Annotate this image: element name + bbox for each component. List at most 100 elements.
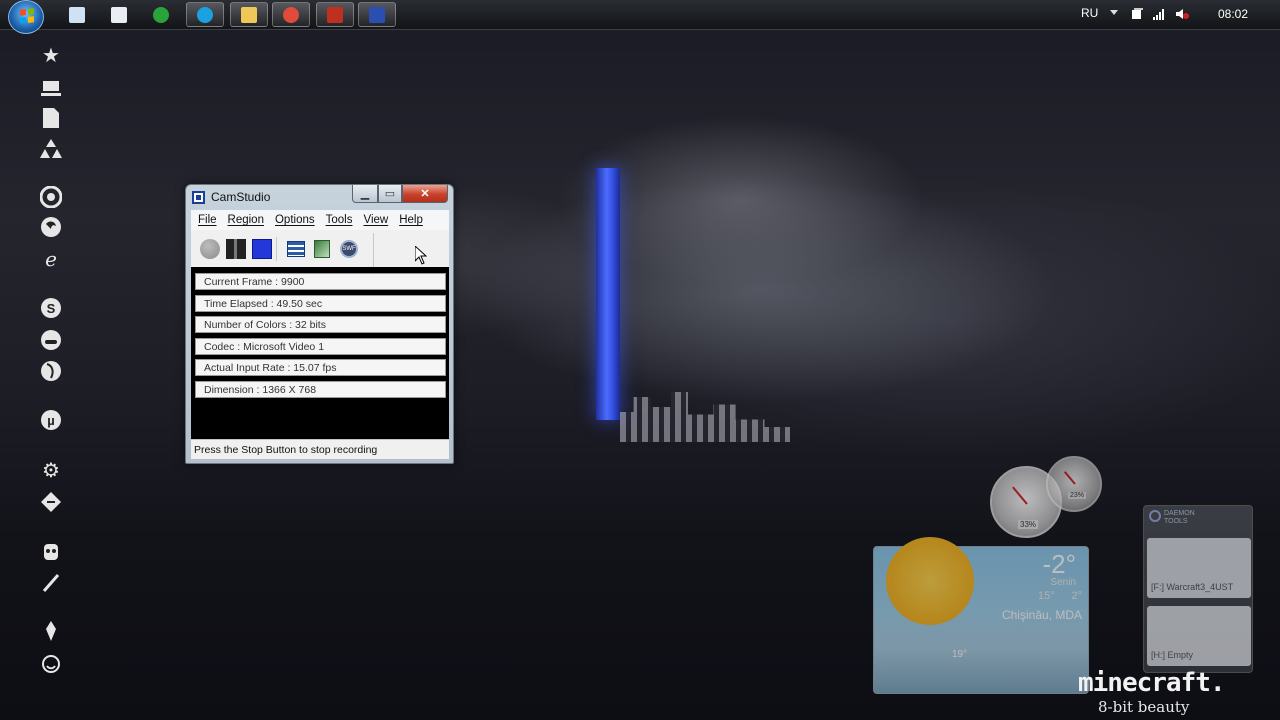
toolbar-separator xyxy=(276,237,277,261)
start-button[interactable] xyxy=(8,0,44,34)
wallpaper-brand-title: minecraft. xyxy=(1078,668,1226,698)
shortcut-arrow-icon[interactable] xyxy=(40,491,62,513)
internet-explorer-icon[interactable]: e xyxy=(40,248,62,270)
wallpaper-light-beam xyxy=(596,168,620,420)
info-row: Dimension : 1366 X 768 xyxy=(195,381,446,398)
computer-icon[interactable] xyxy=(40,77,62,99)
close-icon: ✕ xyxy=(420,188,430,200)
region-button[interactable] xyxy=(287,241,305,257)
weather-small-temp: 19° xyxy=(952,649,968,660)
document-icon xyxy=(111,6,127,23)
recording-info-panel: Current Frame : 9900 Time Elapsed : 49.50… xyxy=(191,267,449,439)
ram-value: 23% xyxy=(1068,492,1087,499)
mouse-cursor-icon xyxy=(415,246,427,265)
info-row: Time Elapsed : 49.50 sec xyxy=(195,294,446,312)
creature-icon[interactable] xyxy=(40,540,62,562)
weather-temperature: -2° xyxy=(1042,549,1076,579)
annotation-button[interactable] xyxy=(314,240,330,258)
taskbar-button-explorer[interactable] xyxy=(230,2,268,27)
explorer-icon xyxy=(241,6,257,23)
close-button[interactable]: ✕ xyxy=(402,185,448,203)
status-bar: Press the Stop Button to stop recording xyxy=(191,439,449,459)
camstudio-titlebar[interactable]: CamStudio ▁ ▭ ✕ xyxy=(186,185,453,209)
taskbar-clock[interactable]: 08:02 xyxy=(1218,7,1248,21)
svg-text:µ: µ xyxy=(47,413,55,428)
flower-icon[interactable] xyxy=(40,620,62,642)
taskbar-button-media[interactable] xyxy=(316,2,354,27)
menu-region[interactable]: Region xyxy=(221,210,264,230)
weather-low: 2° xyxy=(1071,590,1082,602)
menu-view[interactable]: View xyxy=(356,210,388,230)
camstudio-window[interactable]: CamStudio ▁ ▭ ✕ File Region Options Tools Vi… xyxy=(185,184,454,464)
face-icon[interactable] xyxy=(40,653,62,675)
swf-producer-button[interactable]: SWF xyxy=(340,240,358,258)
action-center-icon[interactable] xyxy=(1130,7,1144,21)
media-icon xyxy=(327,6,343,23)
cpu-value: 33% xyxy=(1018,520,1039,529)
ram-meter-gadget[interactable]: 23% xyxy=(1046,456,1102,512)
weather-city: Chişinău, MDA xyxy=(1001,608,1082,622)
taskbar-button-camstudio[interactable] xyxy=(358,2,396,27)
camstudio-app-icon[interactable] xyxy=(192,191,205,204)
virtual-drive-slot[interactable]: [F:] Warcraft3_4UST xyxy=(1147,538,1251,598)
menu-file[interactable]: File xyxy=(191,210,217,230)
document-icon[interactable] xyxy=(40,107,62,129)
taskbar-button-skype[interactable] xyxy=(186,2,224,27)
stop-button[interactable] xyxy=(252,239,272,259)
taskbar-button-notepad[interactable] xyxy=(58,2,96,27)
meter-needle xyxy=(1063,471,1076,485)
menu-tools[interactable]: Tools xyxy=(319,210,353,230)
minimize-icon: ▁ xyxy=(360,188,370,200)
sun-icon xyxy=(886,537,974,625)
network-tree-icon[interactable] xyxy=(40,138,62,160)
skype-icon[interactable]: S xyxy=(40,297,62,319)
chrome-icon[interactable] xyxy=(40,186,62,208)
utorrent-icon xyxy=(153,6,169,23)
drive-label: [H:] Empty xyxy=(1151,650,1194,660)
menu-bar: File Region Options Tools View Help xyxy=(191,210,449,230)
drive-label: [F:] Warcraft3_4UST xyxy=(1151,582,1234,592)
taskbar-button-document[interactable] xyxy=(100,2,138,27)
steam-like-icon[interactable] xyxy=(40,360,62,382)
taskbar-button-chrome[interactable] xyxy=(272,2,310,27)
taskbar: RU 08:02 xyxy=(0,0,1280,34)
smiley-icon[interactable] xyxy=(40,329,62,351)
wallpaper-brand-subtitle: 8-bit beauty xyxy=(1098,698,1190,716)
utorrent-icon[interactable]: µ xyxy=(40,409,62,431)
window-controls: ▁ ▭ ✕ xyxy=(352,185,448,203)
volume-muted-icon[interactable] xyxy=(1175,7,1189,21)
toolbar-separator xyxy=(373,233,374,267)
notepad-icon xyxy=(69,6,85,23)
tray-expand-icon[interactable] xyxy=(1110,10,1118,15)
language-indicator[interactable]: RU xyxy=(1081,6,1098,20)
pause-button[interactable] xyxy=(226,239,246,259)
maximize-icon: ▭ xyxy=(384,188,396,200)
star-icon[interactable]: ★ xyxy=(40,45,62,67)
meter-needle xyxy=(1012,486,1028,505)
virtual-drive-slot[interactable]: [H:] Empty xyxy=(1147,606,1251,666)
gear-icon[interactable]: ⚙ xyxy=(40,460,62,482)
window-title: CamStudio xyxy=(211,190,271,204)
toolbar: SWF xyxy=(191,231,449,267)
wand-icon[interactable] xyxy=(40,572,62,594)
info-row: Codec : Microsoft Video 1 xyxy=(195,337,446,355)
daemon-tools-logo-icon xyxy=(1149,510,1161,522)
network-signal-icon[interactable] xyxy=(1152,7,1166,21)
weather-gadget[interactable]: -2° Senin 15° 2° Chişinău, MDA 19° xyxy=(873,537,1089,694)
chrome-icon xyxy=(283,6,299,23)
taskbar-button-utorrent[interactable] xyxy=(142,2,180,27)
skype-icon xyxy=(197,6,213,23)
minimize-button[interactable]: ▁ xyxy=(352,185,378,203)
record-button[interactable] xyxy=(200,239,220,259)
maximize-button[interactable]: ▭ xyxy=(378,185,402,203)
svg-text:S: S xyxy=(47,301,56,316)
info-row: Actual Input Rate : 15.07 fps xyxy=(195,359,446,377)
firefox-icon[interactable] xyxy=(40,216,62,238)
daemon-tools-gadget[interactable]: DAEMON TOOLS [F:] Warcraft3_4UST [H:] Em… xyxy=(1143,505,1253,673)
weather-day: Senin xyxy=(1050,577,1076,588)
menu-help[interactable]: Help xyxy=(392,210,423,230)
menu-options[interactable]: Options xyxy=(268,210,315,230)
weather-high: 15° xyxy=(1038,590,1055,602)
camstudio-client: File Region Options Tools View Help SWF Curre… xyxy=(191,210,449,459)
info-row: Current Frame : 9900 xyxy=(195,273,446,290)
